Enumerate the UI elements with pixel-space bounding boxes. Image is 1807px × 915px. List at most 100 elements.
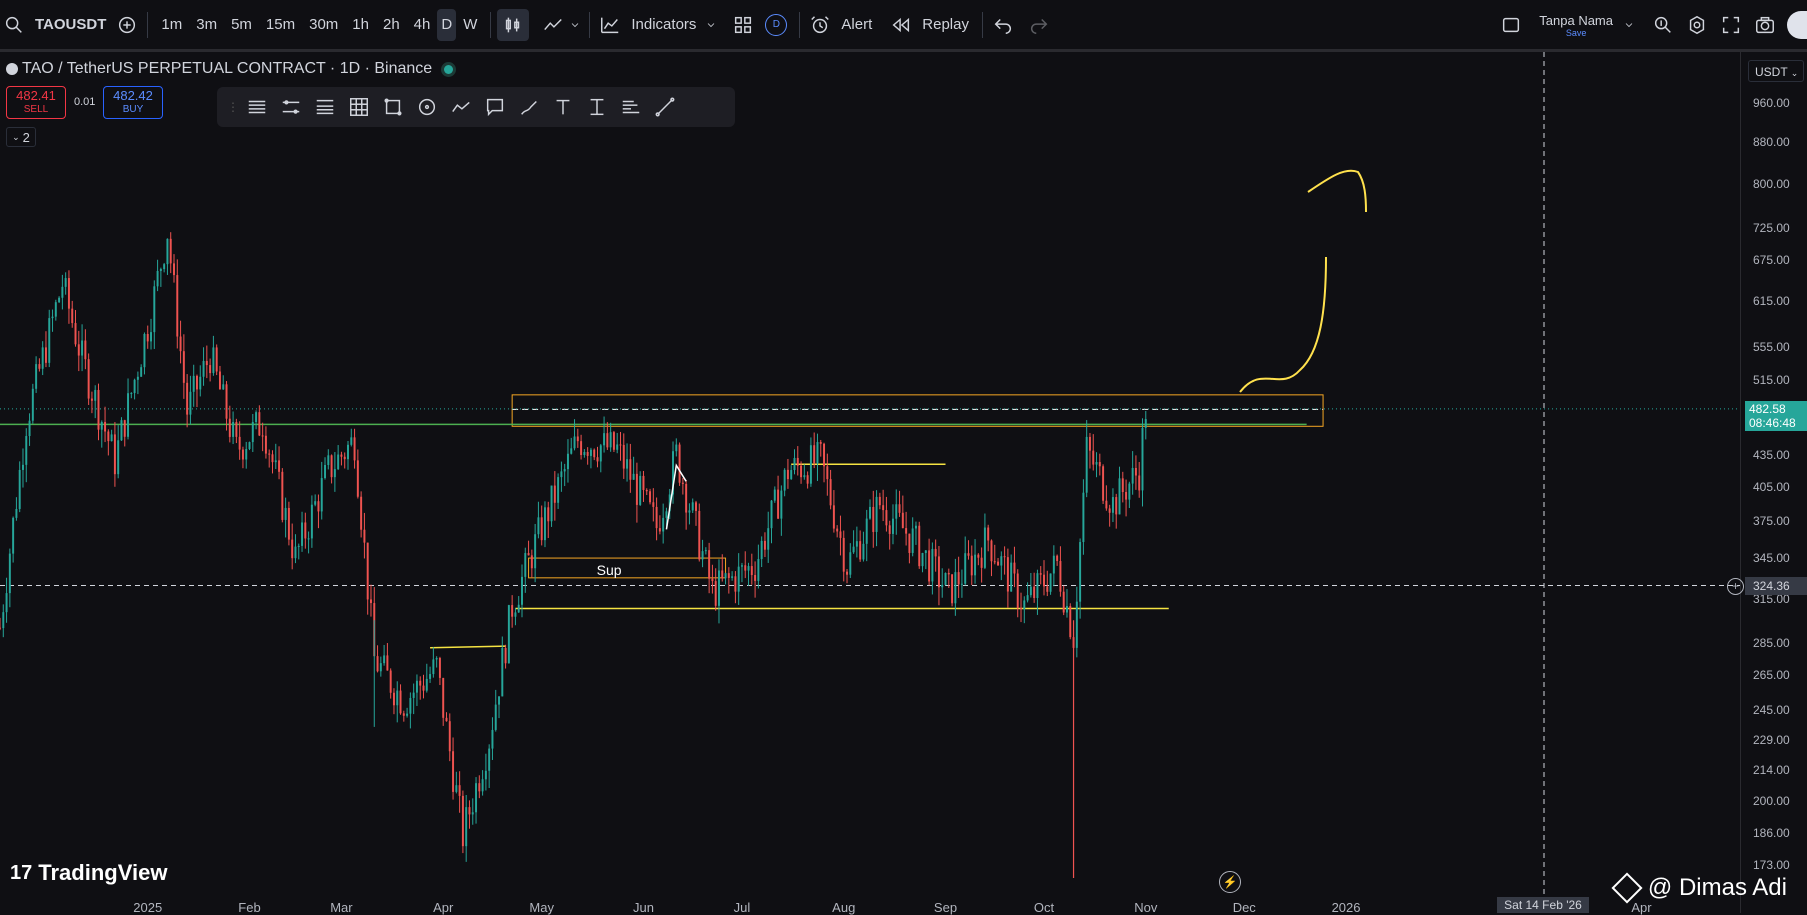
chevron-down-icon[interactable] xyxy=(567,11,583,39)
rewind-icon[interactable] xyxy=(887,11,915,39)
candle-body xyxy=(399,690,402,714)
candles-icon[interactable] xyxy=(497,8,530,41)
candle-body xyxy=(970,555,973,576)
candle-body xyxy=(829,479,832,506)
candle-body xyxy=(363,529,366,543)
author-watermark: @ Dimas Adi xyxy=(1611,872,1787,904)
tv-logo-icon: 17 xyxy=(10,861,33,884)
candle-body xyxy=(914,525,917,529)
interval-5m[interactable]: 5m xyxy=(224,9,259,41)
indicators-collapse-button[interactable]: ⌄ 2 xyxy=(6,127,36,147)
alert-button[interactable]: Alert xyxy=(834,9,879,41)
publish-button[interactable] xyxy=(1787,11,1807,39)
candle-body xyxy=(678,444,681,483)
interval-4h[interactable]: 4h xyxy=(407,9,438,41)
line-chart-icon[interactable] xyxy=(539,11,567,39)
interval-30m[interactable]: 30m xyxy=(302,9,345,41)
quick-search-icon[interactable] xyxy=(1649,11,1677,39)
interval-15m[interactable]: 15m xyxy=(259,9,302,41)
replay-button[interactable]: Replay xyxy=(915,9,976,41)
redo-icon[interactable] xyxy=(1025,11,1053,39)
interval-w[interactable]: W xyxy=(456,9,484,41)
candle-body xyxy=(51,316,54,319)
add-alert-plus-icon[interactable]: + xyxy=(1727,578,1744,595)
lightning-icon[interactable]: ⚡ xyxy=(1219,871,1241,893)
chevron-down-icon[interactable] xyxy=(703,11,719,39)
candle-body xyxy=(786,469,789,480)
candle-body xyxy=(324,465,327,479)
candle-body xyxy=(268,453,271,455)
candle-body xyxy=(25,436,28,465)
layout-name[interactable]: Tanpa Nama Save xyxy=(1539,13,1613,38)
text-icon[interactable] xyxy=(549,93,577,121)
brush-icon[interactable] xyxy=(515,93,543,121)
indicators-icon[interactable] xyxy=(596,11,624,39)
alarm-clock-icon[interactable] xyxy=(806,11,834,39)
tradingview-logo[interactable]: 17 TradingView xyxy=(10,860,167,886)
time-axis[interactable] xyxy=(0,896,1740,913)
rectangle-icon[interactable] xyxy=(379,93,407,121)
candle-body xyxy=(438,658,441,678)
price-tick-label: 214.00 xyxy=(1753,763,1790,778)
candle-body xyxy=(58,297,61,303)
trend-line-icon[interactable] xyxy=(651,93,679,121)
candle-body xyxy=(104,421,107,432)
d-badge[interactable]: D xyxy=(765,13,788,36)
price-chart[interactable] xyxy=(0,52,1740,913)
candle-body xyxy=(71,308,74,324)
path-icon[interactable] xyxy=(447,93,475,121)
candle-body xyxy=(481,779,484,792)
symbol-legend: TAO / TetherUS PERPETUAL CONTRACT · 1D ·… xyxy=(6,60,454,78)
indicators-button[interactable]: Indicators xyxy=(624,9,703,41)
symbol-search[interactable]: TAOUSDT xyxy=(28,9,113,41)
candle-body xyxy=(1039,573,1042,575)
horizontal-lines-icon[interactable] xyxy=(243,93,271,121)
interval-d[interactable]: D xyxy=(437,8,457,41)
candle-body xyxy=(852,546,855,553)
candle-body xyxy=(993,561,996,563)
candle-body xyxy=(21,464,24,470)
candle-body xyxy=(908,533,911,553)
circle-icon[interactable] xyxy=(413,93,441,121)
chart-area[interactable] xyxy=(0,52,1740,913)
candle-body xyxy=(941,584,944,588)
camera-icon[interactable] xyxy=(1751,11,1779,39)
candle-body xyxy=(458,785,461,796)
price-tick-label: 265.00 xyxy=(1753,668,1790,683)
candle-body xyxy=(0,627,1,629)
callout-icon[interactable] xyxy=(481,93,509,121)
candle-body xyxy=(343,456,346,460)
candle-body xyxy=(218,371,221,390)
interval-3m[interactable]: 3m xyxy=(189,9,224,41)
parallel-channel-icon[interactable] xyxy=(277,93,305,121)
candle-body xyxy=(130,393,133,395)
interval-1m[interactable]: 1m xyxy=(154,9,189,41)
undo-icon[interactable] xyxy=(989,11,1017,39)
candle-body xyxy=(452,751,455,792)
drag-handle-icon[interactable]: ⋮ xyxy=(227,100,239,114)
candle-body xyxy=(1000,556,1003,566)
currency-selector[interactable]: USDT ⌄ xyxy=(1748,60,1804,82)
candle-body xyxy=(35,364,38,389)
layouts-grid-icon[interactable] xyxy=(729,11,757,39)
interval-2h[interactable]: 2h xyxy=(376,9,407,41)
candle-body xyxy=(905,528,908,534)
candle-body xyxy=(691,502,694,511)
sell-button[interactable]: 482.41 SELL xyxy=(6,86,66,119)
price-tick-label: 345.00 xyxy=(1753,551,1790,566)
price-range-icon[interactable] xyxy=(583,93,611,121)
search-icon[interactable] xyxy=(0,11,28,39)
gann-grid-icon[interactable] xyxy=(345,93,373,121)
compare-add-icon[interactable] xyxy=(113,11,141,39)
volume-profile-icon[interactable] xyxy=(617,93,645,121)
fullscreen-icon[interactable] xyxy=(1717,11,1745,39)
candle-body xyxy=(622,444,625,469)
layout-square-icon[interactable] xyxy=(1497,11,1525,39)
interval-1h[interactable]: 1h xyxy=(345,9,376,41)
candle-body xyxy=(409,697,412,714)
gear-icon[interactable] xyxy=(1683,11,1711,39)
candle-body xyxy=(869,506,871,519)
chevron-down-icon[interactable] xyxy=(1621,11,1637,39)
buy-button[interactable]: 482.42 BUY xyxy=(103,86,163,119)
fib-retracement-icon[interactable] xyxy=(311,93,339,121)
